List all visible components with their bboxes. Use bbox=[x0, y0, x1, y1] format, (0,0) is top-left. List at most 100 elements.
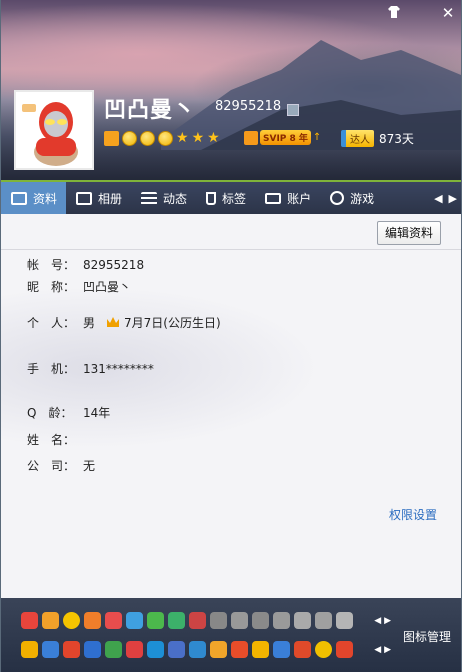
badge-icon[interactable] bbox=[294, 641, 311, 658]
badge-icon[interactable] bbox=[189, 641, 206, 658]
svip-icon[interactable] bbox=[252, 641, 269, 658]
crown-icon bbox=[244, 130, 258, 145]
edit-nickname-icon[interactable] bbox=[287, 104, 299, 116]
badge-icon[interactable] bbox=[273, 641, 290, 658]
tab-label: 账户 bbox=[287, 191, 312, 206]
field-name: 姓 名： bbox=[27, 431, 83, 448]
daren-label: 达人 bbox=[341, 130, 374, 147]
heart-icon[interactable] bbox=[21, 612, 38, 629]
star-icon[interactable] bbox=[21, 641, 38, 658]
icon-row-2 bbox=[21, 641, 353, 658]
tab-tags[interactable]: 标签 bbox=[196, 182, 255, 214]
profile-details: 编辑资料 帐 号： 82955218 昵 称： 凹凸曼丶 个 人： 男 7月7日(公历生… bbox=[1, 214, 461, 598]
tab-label: 标签 bbox=[222, 191, 247, 206]
badge-icon[interactable] bbox=[105, 641, 122, 658]
heart-icon[interactable] bbox=[336, 612, 353, 629]
diamond-icon[interactable] bbox=[105, 612, 122, 629]
tab-profile[interactable]: 资料 bbox=[1, 182, 67, 214]
field-label: 公 司： bbox=[27, 459, 76, 473]
diamond-icon[interactable] bbox=[168, 612, 185, 629]
sun-icon bbox=[158, 130, 173, 146]
nickname: 凹凸曼丶 bbox=[104, 98, 197, 123]
diamond-icon[interactable] bbox=[231, 612, 248, 629]
tab-games[interactable]: 游戏 bbox=[320, 182, 383, 214]
field-company: 公 司： 无 bbox=[27, 457, 95, 474]
tray-scroll-top[interactable]: ◀ ▶ bbox=[374, 616, 391, 626]
list-icon bbox=[141, 191, 158, 205]
diamond-icon[interactable] bbox=[126, 612, 143, 629]
field-label: Q 龄： bbox=[27, 406, 73, 420]
icon-manager-button[interactable]: 图标管理 bbox=[403, 628, 451, 645]
shirt-icon[interactable] bbox=[385, 4, 403, 22]
field-label: 姓 名： bbox=[27, 433, 76, 447]
birthday-crown-icon bbox=[107, 317, 120, 327]
field-value: 男 bbox=[83, 316, 96, 330]
tab-label: 相册 bbox=[98, 191, 123, 206]
briefcase-icon bbox=[265, 192, 282, 204]
badge-icon[interactable] bbox=[147, 641, 164, 658]
field-nickname: 昵 称： 凹凸曼丶 bbox=[27, 278, 131, 295]
field-value: 14年 bbox=[83, 406, 111, 420]
diamond-icon[interactable] bbox=[147, 612, 164, 629]
crown-icon[interactable] bbox=[42, 612, 59, 629]
bookmark-icon bbox=[206, 191, 217, 205]
sun-icon bbox=[122, 130, 137, 146]
tab-album[interactable]: 相册 bbox=[66, 182, 131, 214]
level-badges[interactable]: ★ ★ ★ bbox=[104, 128, 223, 148]
badge-icon[interactable] bbox=[231, 641, 248, 658]
svip-badge[interactable]: SVIP 8 年 ↑ bbox=[244, 130, 321, 145]
star-icon: ★ bbox=[176, 130, 189, 146]
edit-profile-button[interactable]: 编辑资料 bbox=[377, 221, 441, 245]
birthday: 7月7日(公历生日) bbox=[124, 316, 221, 330]
penguin-icon[interactable] bbox=[63, 612, 80, 629]
star-icon: ★ bbox=[191, 130, 205, 146]
diamond-icon[interactable] bbox=[273, 612, 290, 629]
profile-cover: ✕ 凹凸曼丶 82955218 ★ ★ ★ SVIP 8 年 ↑ 达人 873天 bbox=[1, 0, 461, 182]
permission-settings-link[interactable]: 权限设置 bbox=[389, 506, 437, 523]
badge-icon[interactable] bbox=[63, 641, 80, 658]
field-value: 82955218 bbox=[83, 258, 145, 272]
badge-icon[interactable] bbox=[336, 641, 353, 658]
profile-window: ✕ 凹凸曼丶 82955218 ★ ★ ★ SVIP 8 年 ↑ 达人 873天… bbox=[0, 0, 462, 672]
field-label: 手 机： bbox=[27, 362, 76, 376]
badge-icon[interactable] bbox=[84, 641, 101, 658]
qq-number: 82955218 bbox=[215, 99, 282, 114]
diamond-icon[interactable] bbox=[315, 612, 332, 629]
avatar[interactable] bbox=[14, 90, 94, 170]
field-value: 131******** bbox=[83, 362, 154, 376]
tab-label: 资料 bbox=[33, 191, 58, 206]
shield-icon[interactable] bbox=[189, 612, 206, 629]
close-icon[interactable]: ✕ bbox=[439, 4, 457, 22]
field-label: 个 人： bbox=[27, 316, 76, 330]
mail-icon[interactable] bbox=[168, 641, 185, 658]
tab-feed[interactable]: 动态 bbox=[131, 182, 196, 214]
arrow-up-icon: ↑ bbox=[312, 132, 322, 143]
field-qq-age: Q 龄： 14年 bbox=[27, 404, 110, 421]
tab-account[interactable]: 账户 bbox=[255, 182, 320, 214]
tray-scroll-bottom[interactable]: ◀ ▶ bbox=[374, 645, 391, 655]
daren-badge[interactable]: 达人 873天 bbox=[341, 130, 414, 147]
field-label: 昵 称： bbox=[27, 280, 76, 294]
chevron-right-icon[interactable]: ▶ bbox=[449, 192, 457, 205]
game-icon bbox=[330, 191, 345, 205]
photo-icon bbox=[76, 191, 93, 205]
diamond-icon[interactable] bbox=[84, 612, 101, 629]
field-value: 凹凸曼丶 bbox=[83, 280, 132, 294]
svip-label: SVIP 8 年 bbox=[260, 130, 311, 145]
diamond-icon[interactable] bbox=[210, 612, 227, 629]
field-label: 帐 号： bbox=[27, 258, 76, 272]
field-account: 帐 号： 82955218 bbox=[27, 256, 144, 273]
chevron-left-icon[interactable]: ◀ bbox=[434, 192, 442, 205]
badge-icon[interactable] bbox=[315, 641, 332, 658]
house-icon bbox=[104, 130, 119, 146]
badge-icon[interactable] bbox=[126, 641, 143, 658]
game-icon[interactable] bbox=[42, 641, 59, 658]
tab-scroll[interactable]: ◀ ▶ bbox=[434, 182, 457, 214]
tab-bar: 资料 相册 动态 标签 账户 游戏 ◀ ▶ bbox=[1, 182, 461, 214]
tab-label: 动态 bbox=[163, 191, 188, 206]
badge-icon[interactable] bbox=[210, 641, 227, 658]
icon-tray: ◀ ▶ ◀ ▶ 图标管理 bbox=[1, 598, 461, 672]
star-icon[interactable] bbox=[294, 612, 311, 629]
diamond-icon[interactable] bbox=[252, 612, 269, 629]
star-icon: ★ bbox=[207, 130, 220, 146]
